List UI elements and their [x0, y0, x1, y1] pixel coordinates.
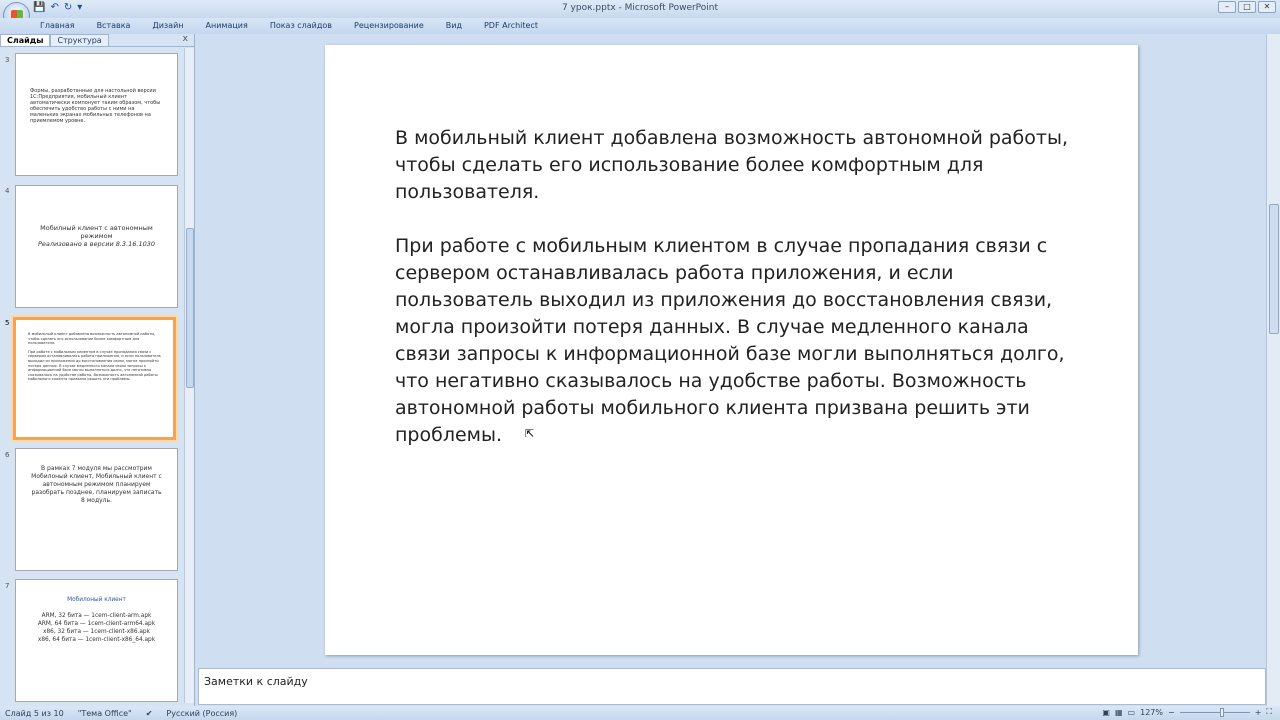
slide-text-box[interactable]: В мобильный клиент добавлена возможность…	[395, 125, 1085, 476]
zoom-slider[interactable]	[1179, 707, 1250, 717]
slide-thumbnail-4[interactable]: Мобилный клиент с автономным режимом Реа…	[15, 185, 178, 308]
title-bar: 💾 ↶ ↻ ▾ 7 урок.pptx - Microsoft PowerPoi…	[0, 0, 1280, 29]
thumbnail-line: ARM, 64 бита — 1cem-client-arm64.apk	[37, 621, 156, 627]
thumbnail-title: Мобилный клиент с автономным режимом	[40, 224, 153, 240]
close-panel-icon[interactable]: x	[183, 34, 188, 44]
zoom-level[interactable]: 127%	[1140, 708, 1163, 717]
window-title: 7 урок.pptx - Microsoft PowerPoint	[561, 3, 719, 13]
tab-insert[interactable]: Вставка	[97, 18, 131, 34]
panel-scrollbar[interactable]	[184, 48, 194, 703]
notes-placeholder: Заметки к слайду	[204, 675, 308, 688]
tab-pdf-architect[interactable]: PDF Architect	[484, 18, 538, 34]
zoom-slider-handle[interactable]	[1219, 707, 1224, 717]
status-bar: Слайд 5 из 10 "Тема Office" ✔ Русский (Р…	[0, 706, 1280, 720]
minimize-button[interactable]: –	[1218, 1, 1236, 13]
slide-scrollbar[interactable]	[1266, 34, 1280, 706]
slide-paragraph: При работе с мобильным клиентом в случае…	[395, 235, 1065, 446]
slide-number: 4	[5, 187, 10, 195]
slide-number: 7	[5, 582, 10, 590]
language[interactable]: Русский (Россия)	[166, 709, 237, 718]
slide-sorter-icon[interactable]: ▦	[1115, 708, 1123, 717]
slide-number: 3	[5, 56, 10, 64]
tab-outline[interactable]: Структура	[50, 34, 109, 46]
scroll-thumb[interactable]	[186, 228, 194, 388]
tab-review[interactable]: Рецензирование	[354, 18, 424, 34]
tab-slides[interactable]: Слайды	[0, 34, 51, 46]
thumbnail-text: В рамках 7 модуля мы рассмотрим Мобилоны…	[31, 465, 162, 504]
notes-pane[interactable]: Заметки к слайду	[198, 668, 1266, 705]
slide-counter: Слайд 5 из 10	[5, 708, 64, 718]
slide-thumbnail-7[interactable]: Мобилоный клиент ARM, 32 бита — 1cem-cli…	[15, 579, 178, 702]
tab-view[interactable]: Вид	[446, 18, 462, 34]
slide-editor: В мобильный клиент добавлена возможность…	[196, 34, 1266, 664]
close-button[interactable]: ✕	[1258, 1, 1276, 13]
thumbnail-text: В мобильный клиент добавлена возможность…	[28, 332, 156, 346]
tab-home[interactable]: Главная	[40, 18, 75, 34]
thumbnail-line: ARM, 32 бита — 1cem-client-arm.apk	[41, 613, 152, 619]
ribbon-tabs: Главная Вставка Дизайн Анимация Показ сл…	[0, 18, 1280, 34]
slide-thumbnail-3[interactable]: Формы, разработанные для настольной верс…	[15, 53, 178, 176]
theme-name: "Тема Office"	[77, 708, 132, 718]
tab-design[interactable]: Дизайн	[152, 18, 183, 34]
mouse-cursor-icon: ⇱	[525, 427, 535, 440]
normal-view-icon[interactable]: ▣	[1102, 708, 1110, 717]
scroll-thumb[interactable]	[1269, 204, 1279, 334]
slide-thumbnail-6[interactable]: В рамках 7 модуля мы рассмотрим Мобилоны…	[15, 448, 178, 571]
slides-panel: Слайды Структура x 3 Формы, разработанны…	[0, 34, 195, 706]
tab-animation[interactable]: Анимация	[206, 18, 248, 34]
spellcheck-icon[interactable]: ✔	[146, 709, 153, 718]
slide-paragraph: В мобильный клиент добавлена возможность…	[395, 127, 1068, 203]
thumbnail-subtitle: Реализовано в версии 8.3.16.1030	[37, 240, 156, 248]
current-slide[interactable]: В мобильный клиент добавлена возможность…	[325, 45, 1138, 655]
fit-to-window-icon[interactable]: ⛶	[1266, 707, 1272, 717]
thumbnail-line: x86, 64 бита — 1cem-client-x86_64.apk	[37, 637, 156, 643]
slide-number: 6	[5, 451, 10, 459]
zoom-in-button[interactable]: +	[1255, 708, 1262, 717]
slide-number: 5	[5, 319, 10, 327]
maximize-button[interactable]: □	[1238, 1, 1256, 13]
slide-thumbnail-5[interactable]: В мобильный клиент добавлена возможность…	[13, 317, 176, 440]
thumbnail-text: При работе с мобильным клиентом в случае…	[28, 349, 161, 382]
thumbnail-line: x86, 32 бита — 1cem-client-x86.apk	[43, 629, 150, 635]
zoom-out-button[interactable]: −	[1168, 708, 1175, 717]
tab-slideshow[interactable]: Показ слайдов	[270, 18, 332, 34]
slideshow-icon[interactable]: ▭	[1128, 708, 1136, 717]
thumbnail-text: Формы, разработанные для настольной верс…	[30, 88, 161, 124]
thumbnail-title: Мобилоный клиент	[67, 597, 126, 603]
